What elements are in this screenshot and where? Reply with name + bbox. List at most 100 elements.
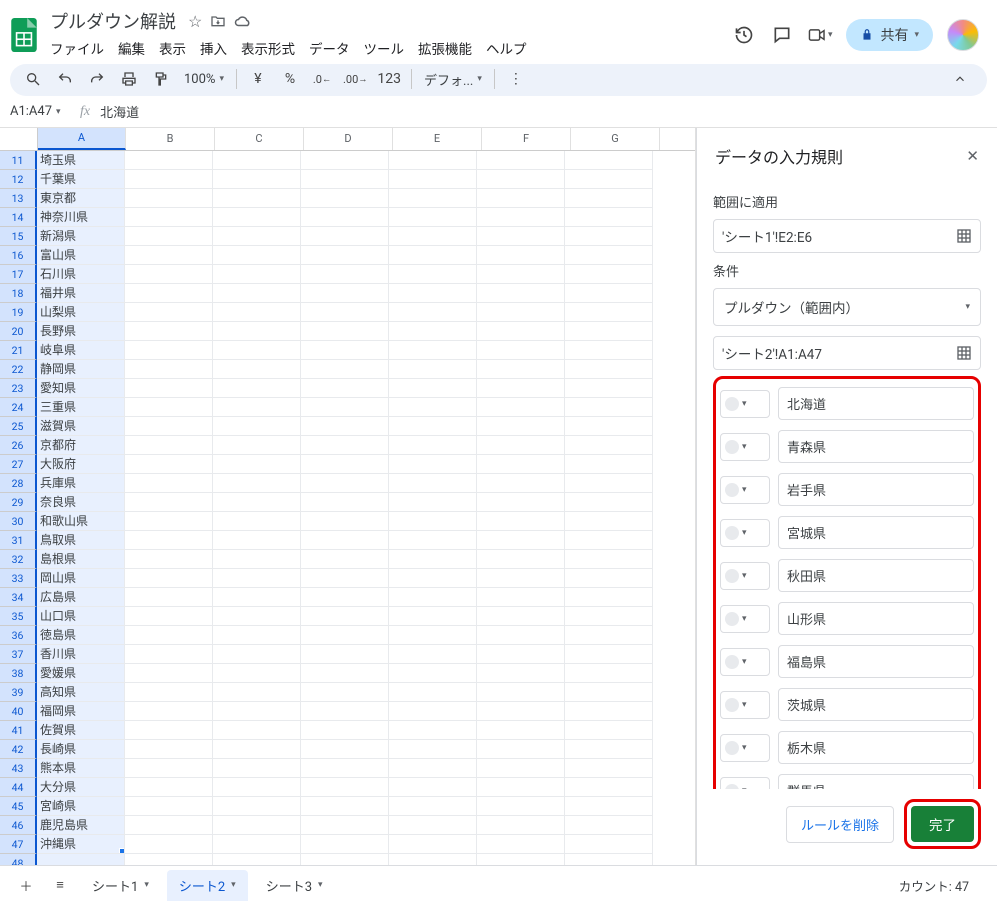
formula-input[interactable]: 北海道 <box>100 102 139 121</box>
cell[interactable] <box>125 816 213 835</box>
grid-row[interactable]: 46鹿児島県 <box>0 816 695 835</box>
cell[interactable] <box>565 683 653 702</box>
row-header[interactable]: 47 <box>0 835 37 854</box>
grid-row[interactable]: 41佐賀県 <box>0 721 695 740</box>
collapse-toolbar-icon[interactable] <box>949 68 975 90</box>
cell[interactable] <box>565 702 653 721</box>
cell[interactable] <box>301 151 389 170</box>
cell[interactable] <box>477 227 565 246</box>
menu-help[interactable]: ヘルプ <box>486 38 527 58</box>
grid-row[interactable]: 34広島県 <box>0 588 695 607</box>
cell[interactable] <box>389 721 477 740</box>
cell[interactable] <box>301 246 389 265</box>
grid-row[interactable]: 43熊本県 <box>0 759 695 778</box>
cell[interactable]: 岡山県 <box>37 569 125 588</box>
cell[interactable] <box>389 702 477 721</box>
cell[interactable] <box>301 550 389 569</box>
cell[interactable] <box>213 721 301 740</box>
search-icon[interactable] <box>22 68 44 90</box>
cell[interactable] <box>301 265 389 284</box>
row-header[interactable]: 18 <box>0 284 37 303</box>
cell[interactable] <box>213 797 301 816</box>
cell[interactable]: 宮崎県 <box>37 797 125 816</box>
col-header-E[interactable]: E <box>393 128 482 150</box>
option-color-chip[interactable]: ▾ <box>720 734 770 762</box>
cell[interactable] <box>389 683 477 702</box>
row-header[interactable]: 35 <box>0 607 37 626</box>
menu-insert[interactable]: 挿入 <box>200 38 227 58</box>
row-header[interactable]: 48 <box>0 854 37 865</box>
col-header-B[interactable]: B <box>126 128 215 150</box>
row-header[interactable]: 27 <box>0 455 37 474</box>
cell[interactable]: 滋賀県 <box>37 417 125 436</box>
cell[interactable] <box>565 227 653 246</box>
cell[interactable]: 千葉県 <box>37 170 125 189</box>
cell[interactable] <box>301 626 389 645</box>
cell[interactable] <box>389 208 477 227</box>
cell[interactable] <box>565 721 653 740</box>
cell[interactable]: 石川県 <box>37 265 125 284</box>
cell[interactable] <box>477 740 565 759</box>
cell[interactable] <box>389 265 477 284</box>
cell[interactable] <box>389 778 477 797</box>
cell[interactable] <box>477 303 565 322</box>
cell[interactable] <box>37 854 125 865</box>
cell[interactable] <box>213 341 301 360</box>
cell[interactable] <box>301 702 389 721</box>
cell[interactable]: 福井県 <box>37 284 125 303</box>
cell[interactable] <box>477 531 565 550</box>
cell[interactable] <box>477 265 565 284</box>
cell[interactable]: 長崎県 <box>37 740 125 759</box>
cell[interactable] <box>213 208 301 227</box>
cell[interactable]: 愛知県 <box>37 379 125 398</box>
cell[interactable] <box>213 759 301 778</box>
grid-row[interactable]: 26京都府 <box>0 436 695 455</box>
cell[interactable] <box>565 246 653 265</box>
cell[interactable] <box>389 759 477 778</box>
cell[interactable] <box>565 170 653 189</box>
grid-row[interactable]: 47沖縄県 <box>0 835 695 854</box>
row-header[interactable]: 12 <box>0 170 37 189</box>
cell[interactable] <box>125 455 213 474</box>
grid-row[interactable]: 48 <box>0 854 695 865</box>
row-header[interactable]: 44 <box>0 778 37 797</box>
cell[interactable]: 岐阜県 <box>37 341 125 360</box>
cell[interactable] <box>565 360 653 379</box>
cell[interactable] <box>389 284 477 303</box>
cell[interactable] <box>301 816 389 835</box>
cell[interactable] <box>213 170 301 189</box>
grid-row[interactable]: 27大阪府 <box>0 455 695 474</box>
cell[interactable] <box>565 208 653 227</box>
cell[interactable]: 山梨県 <box>37 303 125 322</box>
cell[interactable] <box>389 246 477 265</box>
row-header[interactable]: 14 <box>0 208 37 227</box>
cell[interactable] <box>477 170 565 189</box>
cell[interactable] <box>389 398 477 417</box>
cell[interactable] <box>213 360 301 379</box>
cell[interactable]: 兵庫県 <box>37 474 125 493</box>
cell[interactable] <box>125 208 213 227</box>
cell[interactable] <box>301 208 389 227</box>
row-header[interactable]: 38 <box>0 664 37 683</box>
grid-row[interactable]: 31鳥取県 <box>0 531 695 550</box>
cell[interactable]: 福岡県 <box>37 702 125 721</box>
history-icon[interactable] <box>732 23 756 47</box>
cell[interactable] <box>301 588 389 607</box>
cell[interactable] <box>125 664 213 683</box>
cell[interactable] <box>125 379 213 398</box>
cell[interactable] <box>301 854 389 865</box>
cell[interactable] <box>477 512 565 531</box>
grid-row[interactable]: 19山梨県 <box>0 303 695 322</box>
status-count[interactable]: カウント: 47 <box>899 876 985 895</box>
cell[interactable] <box>565 569 653 588</box>
menu-tools[interactable]: ツール <box>364 38 405 58</box>
row-header[interactable]: 31 <box>0 531 37 550</box>
cell[interactable] <box>565 455 653 474</box>
cell[interactable] <box>213 835 301 854</box>
cell[interactable] <box>301 778 389 797</box>
cell[interactable] <box>565 626 653 645</box>
cell[interactable]: 鹿児島県 <box>37 816 125 835</box>
cell[interactable] <box>213 854 301 865</box>
cell[interactable] <box>389 322 477 341</box>
cell[interactable] <box>477 417 565 436</box>
